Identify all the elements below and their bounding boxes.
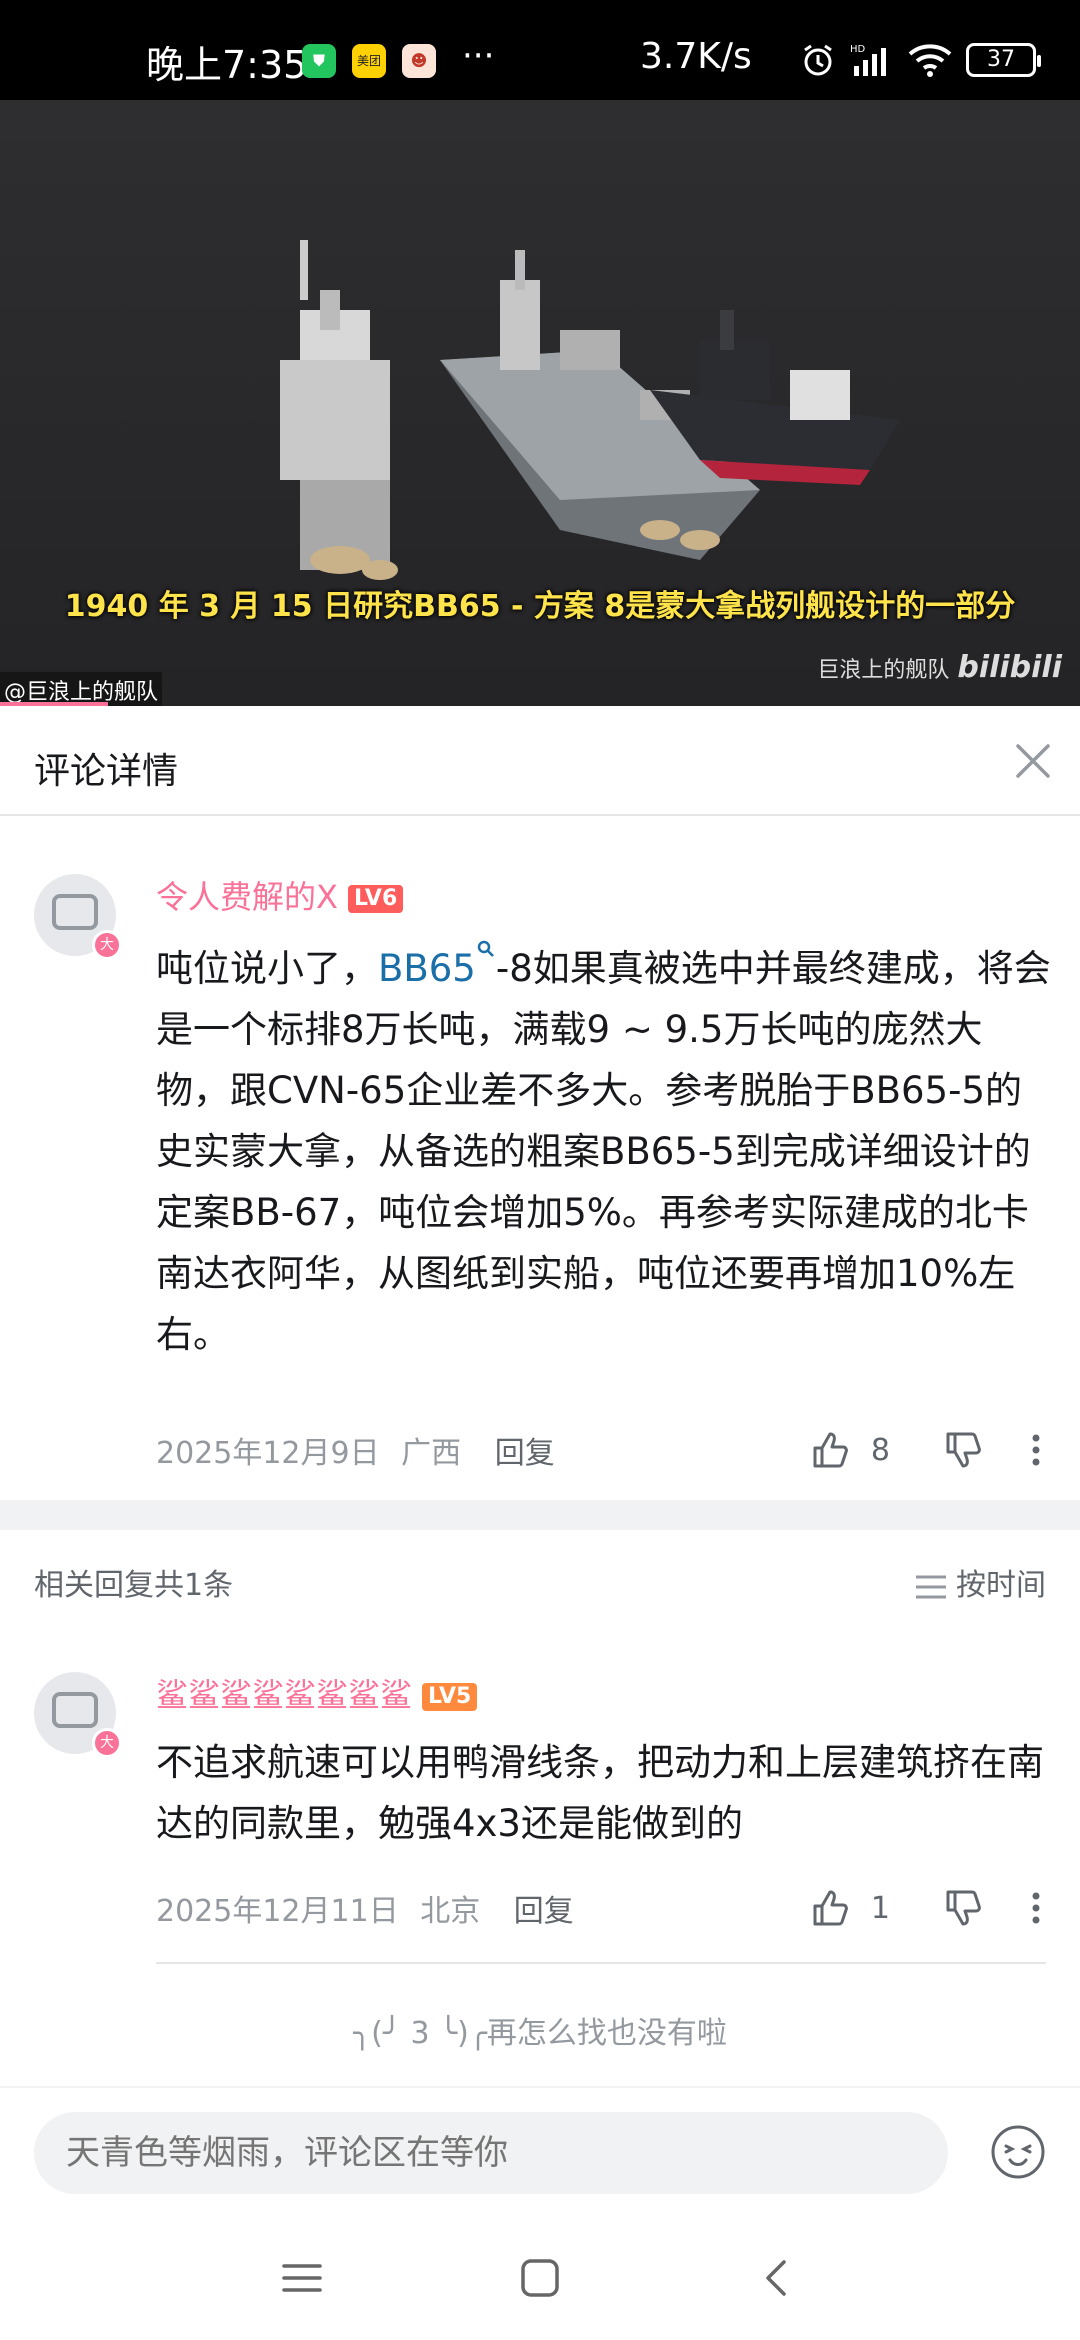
section-divider (0, 1500, 1080, 1530)
comment-text-suffix: -8如果真被选中并最终建成，将会是一个标排8万长吨，满载9 ~ 9.5万长吨的庞… (156, 947, 1051, 1356)
comment-text-prefix: 吨位说小了， (156, 947, 378, 990)
search-link[interactable]: BB65 (378, 940, 496, 990)
more-notifications: ··· (462, 36, 495, 76)
menu-icon[interactable] (280, 2256, 324, 2300)
reply-location: 北京 (420, 1894, 481, 1929)
reply-meta: 2025年12月11日 北京 回复 1 (156, 1886, 1046, 1936)
status-bar: 晚上7:35 ⛊ 美团 ☻ ··· 3.7K/s HD 37 (0, 0, 1080, 100)
comment-actions: 8 (809, 1428, 1046, 1472)
search-icon[interactable] (476, 938, 496, 962)
comment-username[interactable]: 令人费解的X LV6 (156, 872, 404, 918)
close-icon[interactable] (1008, 736, 1058, 786)
video-subtitle: 1940 年 3 月 15 日研究BB65 - 方案 8是蒙大拿战列舰设计的一部… (64, 589, 1016, 624)
username-text[interactable]: 令人费解的X (156, 878, 338, 916)
comment-text: 吨位说小了，BB65 -8如果真被选中并最终建成，将会是一个标排8万长吨，满载9 … (156, 938, 1056, 1365)
avatar[interactable]: 大 (34, 874, 122, 960)
search-link-text[interactable]: BB65 (378, 947, 476, 990)
svg-text:HD: HD (850, 44, 866, 55)
bilibili-logo: bilibili (957, 650, 1062, 685)
comment-input[interactable] (34, 2112, 948, 2194)
network-speed: 3.7K/s (640, 36, 752, 77)
game-app-icon: ☻ (402, 44, 436, 78)
shield-app-icon: ⛊ (302, 44, 336, 78)
comment-date: 2025年12月9日 (156, 1436, 380, 1471)
end-of-list-text: ╮(╯ 3 ╰)╭再怎么找也没有啦 (353, 2016, 727, 2051)
brand-watermark-text: 巨浪上的舰队 (817, 658, 950, 683)
reply-actions: 1 (809, 1886, 1046, 1930)
like-count: 1 (870, 1890, 890, 1926)
status-time: 晚上7:35 (146, 43, 308, 87)
reply-username[interactable]: 鲨鲨鲨鲨鲨鲨鲨鲨 LV5 (156, 1670, 478, 1716)
comment-detail-header: 评论详情 (0, 706, 1080, 816)
thumbs-down-icon[interactable] (942, 1428, 986, 1472)
reply-date: 2025年12月11日 (156, 1894, 399, 1929)
sort-label[interactable]: 按时间 (956, 1568, 1046, 1603)
page-title: 评论详情 (34, 751, 179, 792)
uploader-watermark: @巨浪上的舰队 (0, 672, 163, 706)
like-count: 8 (870, 1432, 890, 1468)
ship-stern-model (280, 240, 398, 580)
thumbs-up-icon[interactable] (809, 1886, 853, 1930)
more-options-icon[interactable] (1026, 1428, 1046, 1472)
comment-meta: 2025年12月9日 广西 回复 8 (156, 1428, 1046, 1478)
vip-badge: 大 (92, 930, 122, 960)
back-icon[interactable] (756, 2256, 800, 2300)
level-badge: LV6 (347, 885, 404, 913)
battery-icon: 37 (966, 43, 1041, 77)
level-badge: LV5 (422, 1683, 478, 1711)
reply-button[interactable]: 回复 (514, 1894, 574, 1929)
alarm-icon (804, 44, 832, 76)
comment-location: 广西 (401, 1436, 462, 1471)
system-icons: HD 37 (800, 42, 1041, 78)
system-navigation-bar (0, 2226, 1080, 2340)
video-player[interactable]: 1940 年 3 月 15 日研究BB65 - 方案 8是蒙大拿战列舰设计的一部… (0, 100, 1080, 706)
more-options-icon[interactable] (1026, 1886, 1046, 1930)
reply-text: 不追求航速可以用鸭滑线条，把动力和上层建筑挤在南达的同款里，勉强4x3还是能做到… (156, 1741, 1044, 1845)
hd-signal-icon: HD (850, 44, 886, 76)
thumbs-up-icon[interactable] (809, 1428, 853, 1472)
reply-button[interactable]: 回复 (495, 1436, 555, 1471)
home-icon[interactable] (518, 2256, 562, 2300)
main-comment: 大 令人费解的X LV6 吨位说小了，BB65 -8如果真被选中并最终建成，将会是一… (0, 816, 1080, 1500)
meituan-app-icon: 美团 (352, 44, 386, 78)
tv-avatar-icon (52, 1692, 98, 1728)
emoji-icon[interactable] (990, 2124, 1046, 2180)
comment-input-bar (0, 2086, 1080, 2226)
username-text[interactable]: 鲨鲨鲨鲨鲨鲨鲨鲨 (156, 1676, 412, 1714)
avatar[interactable]: 大 (34, 1672, 122, 1758)
reply-divider (156, 1962, 1046, 1964)
reply-count: 相关回复共1条 (34, 1568, 234, 1603)
reply-comment: 大 鲨鲨鲨鲨鲨鲨鲨鲨 LV5 不追求航速可以用鸭滑线条，把动力和上层建筑挤在南达的… (0, 1630, 1080, 1970)
wifi-icon (908, 44, 952, 77)
thumbs-down-icon[interactable] (942, 1886, 986, 1930)
sort-list-icon[interactable] (914, 1572, 948, 1602)
brand-watermark: 巨浪上的舰队 bilibili (817, 650, 1062, 685)
replies-header: 相关回复共1条 按时间 (0, 1530, 1080, 1630)
sort-button[interactable]: 按时间 (914, 1560, 1046, 1604)
tv-avatar-icon (52, 894, 98, 930)
vip-badge: 大 (92, 1728, 122, 1758)
notification-icons: ⛊ 美团 ☻ (302, 44, 436, 78)
